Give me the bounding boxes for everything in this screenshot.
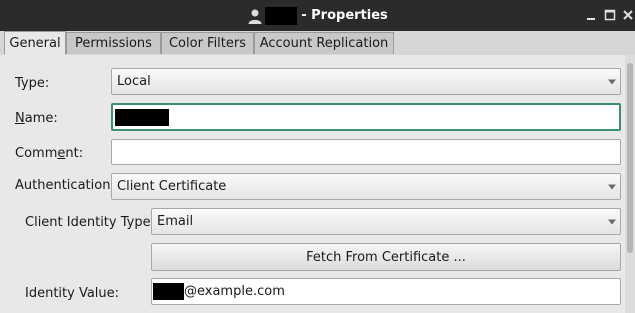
tab-account-replication[interactable]: Account Replication [254, 32, 394, 54]
chevron-down-icon [608, 79, 616, 84]
tab-label: Permissions [75, 36, 152, 51]
identity-value-domain: @example.com [184, 284, 285, 299]
type-value: Local [117, 74, 151, 89]
fetch-button-label: Fetch From Certificate ... [306, 249, 466, 265]
chevron-down-icon [608, 219, 616, 224]
tab-label: Account Replication [259, 36, 389, 51]
scrollbar-thumb[interactable] [627, 63, 633, 253]
redacted-identity-user [153, 283, 184, 300]
comment-label: Comment: [15, 146, 83, 161]
authentication-label: Authentication: [15, 178, 115, 193]
comment-label-start: Comm [15, 146, 58, 161]
identity-value-input[interactable]: @example.com [151, 278, 621, 305]
name-label-rest: ame: [24, 111, 58, 126]
tab-color-filters[interactable]: Color Filters [161, 32, 254, 54]
name-input[interactable] [111, 103, 621, 131]
tab-label: General [9, 35, 61, 51]
client-identity-type-value: Email [157, 214, 194, 229]
close-button[interactable] [617, 4, 635, 26]
client-identity-type-label: Client Identity Type: [25, 215, 155, 230]
maximize-icon [604, 9, 616, 21]
comment-input[interactable] [111, 139, 621, 165]
fetch-from-certificate-button[interactable]: Fetch From Certificate ... [151, 243, 621, 271]
tab-permissions[interactable]: Permissions [66, 32, 161, 54]
name-label: Name: [15, 111, 58, 126]
authentication-combo[interactable]: Client Certificate [111, 173, 621, 200]
identity-value-label: Identity Value: [25, 286, 120, 301]
chevron-down-icon [608, 184, 616, 189]
window-title-group: - Properties [0, 0, 635, 31]
tab-bar: General Permissions Color Filters Accoun… [0, 31, 635, 56]
tab-label: Color Filters [168, 36, 247, 51]
type-combo[interactable]: Local [111, 68, 621, 95]
type-label: Type: [15, 76, 50, 91]
redacted-account-name [265, 6, 298, 25]
redacted-name-value [115, 109, 169, 126]
close-icon [623, 10, 633, 20]
name-label-mnemonic: N [15, 111, 25, 126]
minimize-icon [587, 18, 595, 20]
title-bar: - Properties [0, 0, 635, 31]
user-icon [247, 8, 263, 24]
comment-label-end: nt: [65, 146, 84, 161]
authentication-value: Client Certificate [117, 179, 227, 194]
client-identity-type-combo[interactable]: Email [151, 208, 621, 235]
tab-general[interactable]: General [4, 31, 66, 55]
window-title: - Properties [301, 8, 388, 23]
